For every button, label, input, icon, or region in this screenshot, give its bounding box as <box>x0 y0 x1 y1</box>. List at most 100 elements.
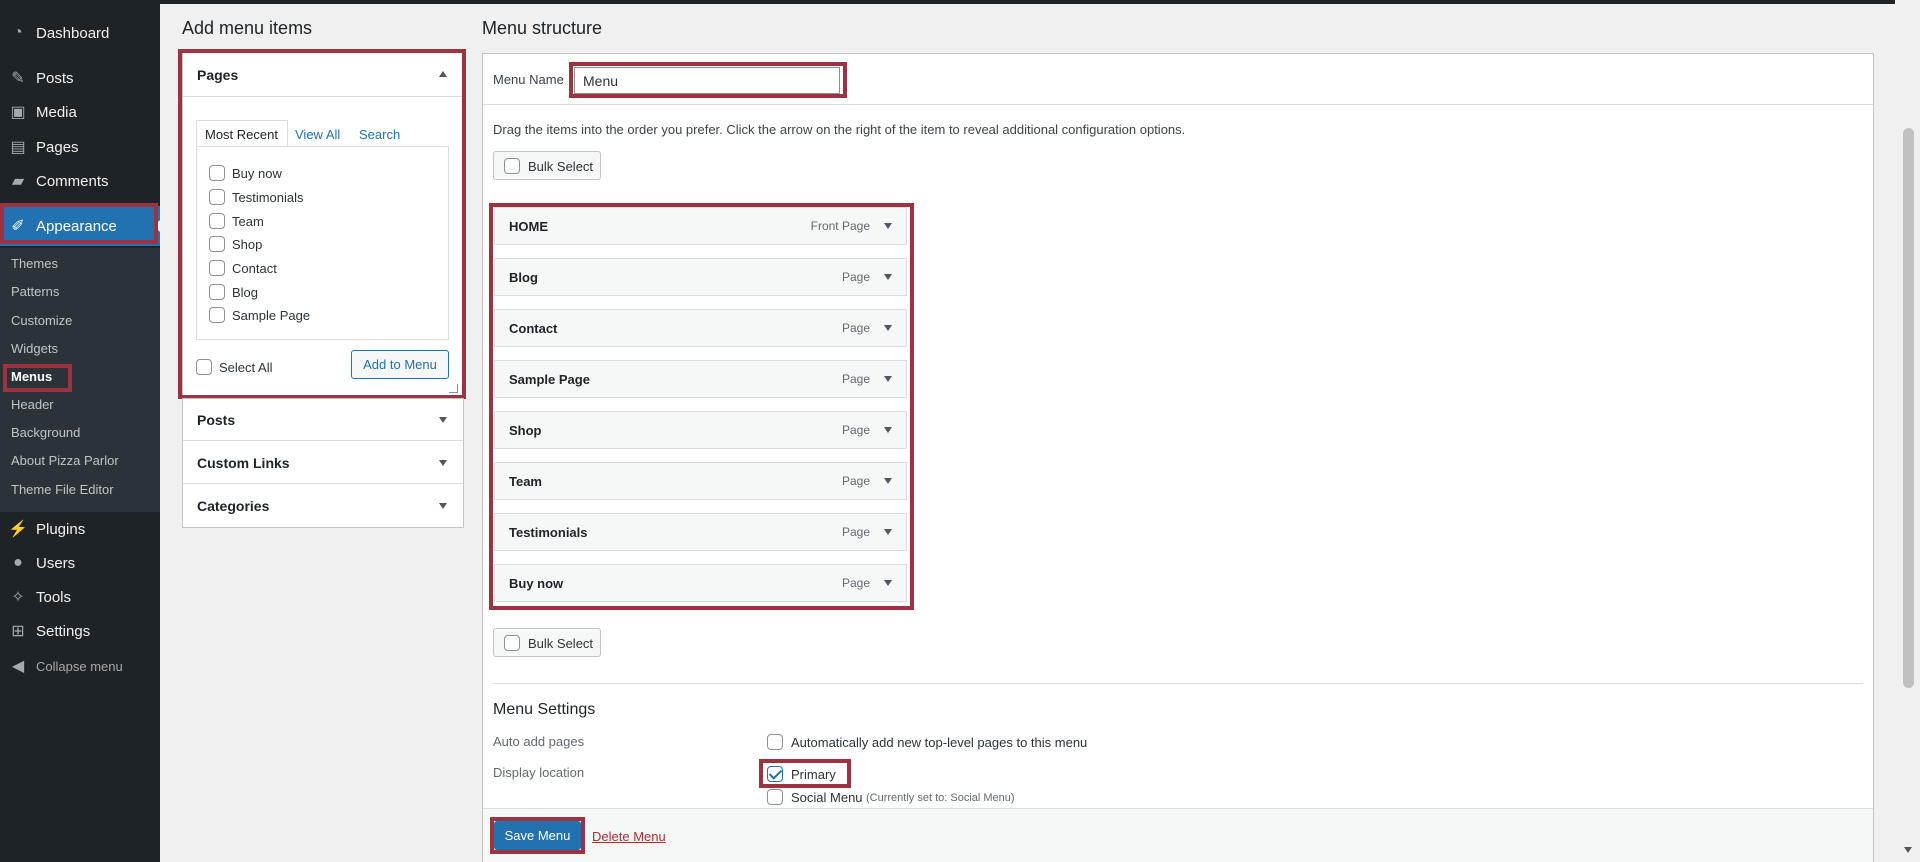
page-checkbox[interactable] <box>209 236 225 252</box>
posts-panel-title[interactable]: Posts <box>197 412 235 428</box>
submenu-item-about[interactable]: About Pizza Parlor <box>11 453 119 468</box>
bulk-select-button[interactable]: Bulk Select <box>493 151 601 180</box>
expand-arrow-icon[interactable] <box>884 580 892 586</box>
pages-icon: ▤ <box>10 139 26 156</box>
menu-item[interactable]: Buy now Page <box>494 564 907 602</box>
menu-item-title: Buy now <box>509 576 564 591</box>
pages-panel-title[interactable]: Pages <box>197 67 238 83</box>
menu-item[interactable]: Sample Page Page <box>494 360 907 398</box>
social-menu-label: Social Menu <box>791 790 863 805</box>
submenu-item-header[interactable]: Header <box>11 397 54 412</box>
bulk-select-button-bottom[interactable]: Bulk Select <box>493 628 601 657</box>
page-checkbox[interactable] <box>209 307 225 323</box>
menu-item-title: Blog <box>509 270 538 285</box>
divider <box>183 440 463 441</box>
expand-down-icon[interactable] <box>439 460 447 466</box>
submenu-item-patterns[interactable]: Patterns <box>11 284 59 299</box>
submenu-item-background[interactable]: Background <box>11 425 80 440</box>
primary-location-label: Primary <box>791 767 836 782</box>
delete-menu-link[interactable]: Delete Menu <box>592 829 666 844</box>
brush-icon: ✐ <box>11 218 25 235</box>
page-checkbox[interactable] <box>209 284 225 300</box>
auto-add-checkbox[interactable] <box>767 734 783 750</box>
tab-search[interactable]: Search <box>359 127 400 142</box>
sidebar-item-pages[interactable]: ▤ Pages <box>0 130 160 164</box>
sidebar-item-plugins[interactable]: ⚡ Plugins <box>0 512 160 546</box>
auto-add-option-label: Automatically add new top-level pages to… <box>791 735 1088 750</box>
menu-item[interactable]: Contact Page <box>494 309 907 347</box>
tab-view-all[interactable]: View All <box>295 127 340 142</box>
menu-name-label: Menu Name <box>493 72 564 87</box>
page-label: Contact <box>232 261 277 276</box>
expand-arrow-icon[interactable] <box>884 325 892 331</box>
save-menu-button[interactable]: Save Menu <box>494 821 581 850</box>
collapse-up-icon[interactable] <box>439 71 447 77</box>
submenu-item-theme-file-editor[interactable]: Theme File Editor <box>11 482 114 497</box>
admin-sidebar: ◔ Dashboard ✎ Posts ▣ Media ▤ Pages ▰ Co… <box>0 0 160 862</box>
menu-item-type: Page <box>841 525 870 539</box>
sidebar-item-users[interactable]: ● Users <box>0 546 160 580</box>
page-label: Sample Page <box>232 308 311 323</box>
add-to-menu-button[interactable]: Add to Menu <box>351 350 449 379</box>
sidebar-item-settings[interactable]: ⊞ Settings <box>0 614 160 648</box>
pin-icon: ✎ <box>11 70 25 87</box>
wrench-icon: ✧ <box>11 589 25 606</box>
submenu-item-menus[interactable]: Menus <box>11 369 52 384</box>
expand-down-icon[interactable] <box>439 417 447 423</box>
menu-item[interactable]: HOME Front Page <box>494 207 907 245</box>
expand-arrow-icon[interactable] <box>884 529 892 535</box>
sidebar-item-tools[interactable]: ✧ Tools <box>0 580 160 614</box>
bulk-select-checkbox[interactable] <box>504 158 520 174</box>
menu-item[interactable]: Testimonials Page <box>494 513 907 551</box>
bulk-select-checkbox[interactable] <box>504 635 520 651</box>
sidebar-item-posts[interactable]: ✎ Posts <box>0 61 160 95</box>
expand-arrow-icon[interactable] <box>884 478 892 484</box>
sidebar-item-label: Media <box>36 103 77 121</box>
social-menu-checkbox[interactable] <box>767 789 783 805</box>
admin-top-bar <box>0 0 1920 4</box>
primary-location-checkbox[interactable] <box>767 766 783 782</box>
expand-arrow-icon[interactable] <box>884 376 892 382</box>
expand-arrow-icon[interactable] <box>884 427 892 433</box>
page-checkbox[interactable] <box>209 260 225 276</box>
sidebar-item-label: Plugins <box>36 520 86 538</box>
menu-name-input[interactable]: Menu <box>574 67 840 94</box>
menu-item-title: Testimonials <box>509 525 588 540</box>
page-checkbox[interactable] <box>209 189 225 205</box>
custom-links-panel-title[interactable]: Custom Links <box>197 455 290 471</box>
current-menu-arrow <box>154 220 160 232</box>
resize-handle-icon[interactable] <box>449 384 458 393</box>
select-all-label: Select All <box>219 360 273 375</box>
expand-down-icon[interactable] <box>439 503 447 509</box>
expand-arrow-icon[interactable] <box>884 223 892 229</box>
submenu-item-widgets[interactable]: Widgets <box>11 341 58 356</box>
sidebar-item-label: Pages <box>36 138 79 156</box>
expand-arrow-icon[interactable] <box>884 274 892 280</box>
sidebar-item-media[interactable]: ▣ Media <box>0 95 160 129</box>
add-menu-items-heading: Add menu items <box>182 18 313 38</box>
sidebar-item-dashboard[interactable]: ◔ Dashboard <box>0 16 160 50</box>
page-checkbox[interactable] <box>209 213 225 229</box>
menu-item[interactable]: Shop Page <box>494 411 907 449</box>
menu-item[interactable]: Team Page <box>494 462 907 500</box>
sidebar-item-comments[interactable]: ▰ Comments <box>0 164 160 198</box>
submenu-item-themes[interactable]: Themes <box>11 256 58 271</box>
appearance-submenu: Themes Patterns Customize Widgets Menus … <box>0 248 160 512</box>
sidebar-item-appearance[interactable]: ✐ Appearance <box>0 206 160 246</box>
dashboard-icon: ◔ <box>13 24 23 41</box>
collapse-menu-button[interactable]: ◀ Collapse menu <box>0 649 160 683</box>
select-all-checkbox[interactable] <box>196 359 212 375</box>
divider <box>183 483 463 484</box>
page-checkbox[interactable] <box>209 165 225 181</box>
menu-item[interactable]: Blog Page <box>494 258 907 296</box>
categories-panel-title[interactable]: Categories <box>197 498 269 514</box>
menu-item-title: Sample Page <box>509 372 590 387</box>
scroll-down-icon[interactable] <box>1904 847 1912 853</box>
page-label: Buy now <box>232 166 282 181</box>
menu-structure-heading: Menu structure <box>482 18 603 38</box>
scrollbar-thumb[interactable] <box>1903 128 1914 688</box>
social-menu-note: (Currently set to: Social Menu) <box>866 792 1015 804</box>
tab-most-recent-label: Most Recent <box>205 127 278 142</box>
submenu-item-customize[interactable]: Customize <box>11 313 72 328</box>
menu-item-type: Front Page <box>810 219 870 233</box>
